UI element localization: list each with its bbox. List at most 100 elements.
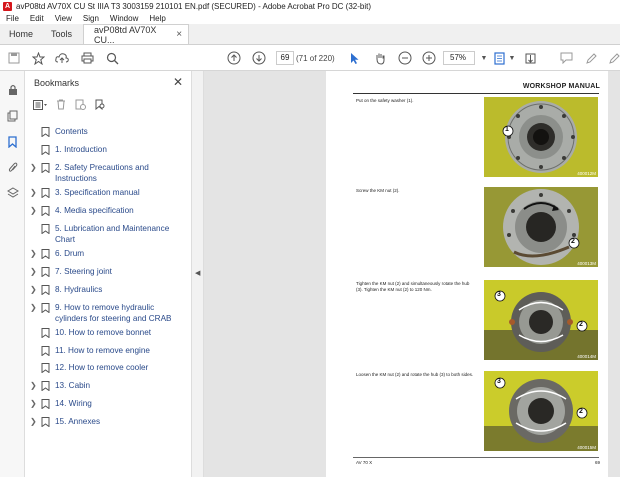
zoom-out-icon[interactable]: [397, 50, 413, 66]
bookmark-star-icon[interactable]: [30, 50, 46, 66]
bookmark-item[interactable]: ❯ 8. Hydraulics: [25, 284, 192, 295]
photo-code: 400013M: [577, 261, 596, 266]
page-footer-model: AV 70 X: [356, 460, 373, 465]
delete-bookmark-icon[interactable]: [56, 99, 66, 113]
bookmark-label: 5. Lubrication and Maintenance Chart: [55, 224, 170, 244]
tab-document-label: avP08td AV70X CU...: [94, 24, 157, 45]
tab-home[interactable]: Home: [0, 24, 42, 44]
bookmark-item[interactable]: 10. How to remove bonnet: [25, 327, 192, 338]
tab-close-icon[interactable]: ×: [176, 29, 182, 40]
document-viewer[interactable]: WORKSHOP MANUAL Put on the safety washer…: [204, 71, 620, 477]
page-count: (71 of 220): [296, 54, 335, 63]
save-icon[interactable]: [6, 50, 22, 66]
new-bookmark-icon[interactable]: [75, 99, 86, 113]
bookmark-item[interactable]: 5. Lubrication and Maintenance Chart: [25, 223, 192, 245]
bookmark-icon: [41, 127, 50, 137]
menu-edit[interactable]: Edit: [30, 14, 44, 23]
bookmark-label: 10. How to remove bonnet: [55, 328, 152, 337]
callout-number: 2: [579, 408, 583, 415]
bookmark-label: 12. How to remove cooler: [55, 363, 149, 372]
print-icon[interactable]: [79, 50, 95, 66]
page-thumbnails-icon[interactable]: [6, 109, 19, 122]
select-cursor-icon[interactable]: [347, 50, 363, 66]
bookmark-icon: [41, 285, 50, 295]
bookmark-icon: [41, 346, 50, 356]
tab-tools[interactable]: Tools: [42, 24, 81, 44]
zoom-dropdown-icon[interactable]: ▼: [476, 50, 492, 66]
bookmarks-title: Bookmarks: [34, 78, 80, 88]
menu-sign[interactable]: Sign: [83, 14, 99, 23]
bookmark-item[interactable]: ❯ 2. Safety Precautions and Instructions: [25, 162, 192, 184]
bookmark-icon: [41, 249, 50, 259]
bookmark-item[interactable]: ❯ 14. Wiring: [25, 398, 192, 409]
next-page-icon[interactable]: [251, 50, 267, 66]
tab-document[interactable]: avP08td AV70X CU... ×: [83, 24, 190, 45]
comment-icon[interactable]: [558, 50, 574, 66]
step-caption: Tighten the KM nut (2) and simultaneousl…: [356, 281, 470, 292]
bookmark-label: Contents: [55, 127, 88, 136]
expand-chevron-icon[interactable]: ❯: [25, 284, 37, 295]
close-icon[interactable]: ✕: [173, 75, 183, 89]
bookmark-label: 8. Hydraulics: [55, 285, 103, 294]
panel-collapse-handle[interactable]: ◀: [192, 71, 204, 477]
title-bar: A avP08td AV70X CU St IIIA T3 3003159 21…: [0, 0, 620, 12]
menu-help[interactable]: Help: [149, 14, 165, 23]
expand-chevron-icon[interactable]: ❯: [25, 380, 37, 391]
menu-view[interactable]: View: [55, 14, 72, 23]
acrobat-logo-icon: A: [3, 1, 12, 11]
page-number-input[interactable]: 69: [276, 51, 294, 65]
expand-chevron-icon[interactable]: ❯: [25, 187, 37, 198]
zoom-in-icon[interactable]: [421, 50, 437, 66]
bookmark-item[interactable]: ❯ 6. Drum: [25, 248, 192, 259]
bookmark-search-icon[interactable]: [95, 99, 105, 113]
left-rail: [0, 71, 25, 477]
hand-tool-icon[interactable]: [372, 50, 388, 66]
bookmarks-panel: Bookmarks ✕ Contents 1. Introduction ❯ 2…: [25, 71, 192, 477]
attachment-icon[interactable]: [6, 161, 19, 174]
expand-chevron-icon[interactable]: ❯: [25, 248, 37, 259]
expand-chevron-icon[interactable]: ❯: [25, 416, 37, 427]
pen-icon[interactable]: [583, 50, 599, 66]
footer-rule: [353, 457, 599, 458]
bookmark-item[interactable]: ❯ 13. Cabin: [25, 380, 192, 391]
menu-window[interactable]: Window: [110, 14, 138, 23]
expand-chevron-icon[interactable]: ❯: [25, 205, 37, 216]
step-photo: 3 2 400015M: [484, 371, 598, 451]
bookmark-icon: [41, 145, 50, 155]
step-photo: 1 400012M: [484, 97, 598, 177]
previous-page-icon[interactable]: [226, 50, 242, 66]
bookmarks-toolbar: [33, 98, 114, 114]
bookmark-item[interactable]: 11. How to remove engine: [25, 345, 192, 356]
bookmark-item[interactable]: ❯ 15. Annexes: [25, 416, 192, 427]
expand-chevron-icon[interactable]: ❯: [25, 266, 37, 277]
fit-dropdown-icon[interactable]: ▼: [504, 50, 520, 66]
expand-chevron-icon[interactable]: ❯: [25, 302, 37, 313]
bookmark-item[interactable]: 12. How to remove cooler: [25, 362, 192, 373]
scrolling-mode-icon[interactable]: [522, 50, 538, 66]
layers-icon[interactable]: [6, 186, 19, 199]
window-title: avP08td AV70X CU St IIIA T3 3003159 2101…: [16, 1, 372, 11]
step-photo: 2 400013M: [484, 187, 598, 267]
bookmark-item[interactable]: ❯ 9. How to remove hydraulic cylinders f…: [25, 302, 192, 324]
bookmark-item[interactable]: ❯ 7. Steering joint: [25, 266, 192, 277]
expand-chevron-icon[interactable]: ❯: [25, 162, 37, 173]
expand-chevron-icon[interactable]: ❯: [25, 398, 37, 409]
bookmark-item[interactable]: ❯ 4. Media specification: [25, 205, 192, 216]
bookmark-options-icon[interactable]: [33, 99, 47, 113]
sign-icon[interactable]: [606, 50, 620, 66]
bookmark-label: 2. Safety Precautions and Instructions: [55, 163, 149, 183]
bookmark-item[interactable]: 1. Introduction: [25, 144, 192, 155]
bookmark-item[interactable]: ❯ 3. Specification manual: [25, 187, 192, 198]
search-icon[interactable]: [104, 50, 120, 66]
collapse-arrow-icon[interactable]: ◀: [195, 269, 200, 277]
menu-file[interactable]: File: [6, 14, 19, 23]
bookmark-label: 1. Introduction: [55, 145, 107, 154]
photo-code: 400012M: [577, 171, 596, 176]
zoom-level-field[interactable]: 57%: [443, 51, 475, 65]
lock-icon[interactable]: [6, 83, 19, 96]
bookmark-label: 7. Steering joint: [55, 267, 112, 276]
bookmark-item[interactable]: Contents: [25, 126, 192, 137]
photo-code: 400015M: [577, 445, 596, 450]
upload-cloud-icon[interactable]: [54, 50, 70, 66]
bookmarks-panel-icon[interactable]: [6, 135, 19, 148]
